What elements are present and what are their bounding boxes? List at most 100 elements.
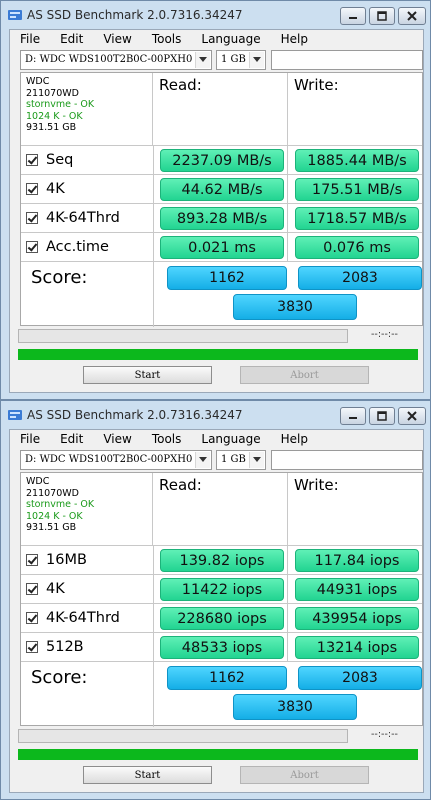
checkbox-checked-icon[interactable] xyxy=(26,212,38,224)
minimize-button[interactable] xyxy=(340,407,366,425)
drive-model: WDC xyxy=(26,476,50,487)
score-total: 3830 xyxy=(233,694,357,720)
test-4k-64thrd[interactable]: 4K-64Thrd xyxy=(21,604,154,632)
drive-capacity: 931.51 GB xyxy=(26,522,77,533)
score-area: Score: 1162 2083 3830 xyxy=(21,661,422,727)
size-select[interactable]: 1 GB xyxy=(216,50,266,70)
write-value: 44931 iops xyxy=(295,578,419,601)
read-header: Read: xyxy=(154,473,288,545)
test-16mb[interactable]: 16MB xyxy=(21,546,154,574)
client-area: File Edit View Tools Language Help D: WD… xyxy=(9,29,424,393)
results-panel: WDC 211070WD stornvme - OK 1024 K - OK 9… xyxy=(20,472,423,727)
read-value: 2237.09 MB/s xyxy=(160,149,284,172)
close-button[interactable] xyxy=(398,7,426,25)
chevron-down-icon xyxy=(199,57,207,62)
read-value: 139.82 iops xyxy=(160,549,284,572)
score-total: 3830 xyxy=(233,294,357,320)
driver-status: stornvme - OK xyxy=(26,99,95,110)
menu-help[interactable]: Help xyxy=(281,30,308,48)
close-icon xyxy=(407,11,417,21)
checkbox-checked-icon[interactable] xyxy=(26,154,38,166)
menu-edit[interactable]: Edit xyxy=(60,430,83,448)
minimize-button[interactable] xyxy=(340,7,366,25)
minimize-icon xyxy=(349,17,357,19)
drive-select[interactable]: D: WDC WDS100T2B0C-00PXH0 xyxy=(20,50,212,70)
status-bar-green xyxy=(18,349,418,360)
drive-select[interactable]: D: WDC WDS100T2B0C-00PXH0 xyxy=(20,450,212,470)
close-icon xyxy=(407,411,417,421)
align-status: 1024 K - OK xyxy=(26,110,83,122)
result-row: 512B 48533 iops 13214 iops xyxy=(21,632,422,661)
chevron-down-icon xyxy=(253,457,261,462)
menu-tools[interactable]: Tools xyxy=(152,30,182,48)
test-4k[interactable]: 4K xyxy=(21,575,154,603)
menu-view[interactable]: View xyxy=(103,430,131,448)
checkbox-checked-icon[interactable] xyxy=(26,241,38,253)
menu-view[interactable]: View xyxy=(103,30,131,48)
result-row: 4K 44.62 MB/s 175.51 MB/s xyxy=(21,174,422,203)
size-select[interactable]: 1 GB xyxy=(216,450,266,470)
title-bar[interactable]: AS SSD Benchmark 2.0.7316.34247 xyxy=(1,401,430,429)
test-4k-64thrd[interactable]: 4K-64Thrd xyxy=(21,204,154,232)
read-value: 228680 iops xyxy=(160,607,284,630)
result-row: 4K-64Thrd 228680 iops 439954 iops xyxy=(21,603,422,632)
status-field xyxy=(271,450,423,470)
read-value: 11422 iops xyxy=(160,578,284,601)
start-button[interactable]: Start xyxy=(83,366,212,384)
result-row: 4K-64Thrd 893.28 MB/s 1718.57 MB/s xyxy=(21,203,422,232)
read-value: 0.021 ms xyxy=(160,236,284,259)
drive-select-value: D: WDC WDS100T2B0C-00PXH0 xyxy=(25,454,193,465)
checkbox-checked-icon[interactable] xyxy=(26,183,38,195)
title-bar[interactable]: AS SSD Benchmark 2.0.7316.34247 xyxy=(1,1,430,29)
drive-model: WDC xyxy=(26,76,50,87)
start-button[interactable]: Start xyxy=(83,766,212,784)
results-panel: WDC 211070WD stornvme - OK 1024 K - OK 9… xyxy=(20,72,423,327)
maximize-button[interactable] xyxy=(369,7,395,25)
drive-info: WDC 211070WD stornvme - OK 1024 K - OK 9… xyxy=(21,473,153,545)
test-label: Acc.time xyxy=(46,239,109,255)
menu-file[interactable]: File xyxy=(20,30,40,48)
write-value: 439954 iops xyxy=(295,607,419,630)
read-value: 893.28 MB/s xyxy=(160,207,284,230)
read-value: 44.62 MB/s xyxy=(160,178,284,201)
menu-file[interactable]: File xyxy=(20,430,40,448)
checkbox-checked-icon[interactable] xyxy=(26,554,38,566)
menu-edit[interactable]: Edit xyxy=(60,30,83,48)
progress-bar xyxy=(18,729,348,743)
checkbox-checked-icon[interactable] xyxy=(26,612,38,624)
app-icon xyxy=(8,410,22,420)
abort-button[interactable]: Abort xyxy=(240,366,369,384)
score-label: Score: xyxy=(21,262,154,327)
checkbox-checked-icon[interactable] xyxy=(26,583,38,595)
test-label: Seq xyxy=(46,152,74,168)
menu-language[interactable]: Language xyxy=(201,30,260,48)
size-select-value: 1 GB xyxy=(221,54,246,65)
read-value: 48533 iops xyxy=(160,636,284,659)
test-4k[interactable]: 4K xyxy=(21,175,154,203)
abort-button[interactable]: Abort xyxy=(240,766,369,784)
status-field xyxy=(271,50,423,70)
maximize-button[interactable] xyxy=(369,407,395,425)
test-seq[interactable]: Seq xyxy=(21,146,154,174)
test-512b[interactable]: 512B xyxy=(21,633,154,661)
score-label: Score: xyxy=(21,662,154,727)
test-acc-time[interactable]: Acc.time xyxy=(21,233,154,261)
menu-help[interactable]: Help xyxy=(281,430,308,448)
close-button[interactable] xyxy=(398,407,426,425)
drive-select-value: D: WDC WDS100T2B0C-00PXH0 xyxy=(25,54,193,65)
score-write: 2083 xyxy=(298,666,422,690)
menu-tools[interactable]: Tools xyxy=(152,430,182,448)
test-label: 512B xyxy=(46,639,84,655)
write-value: 13214 iops xyxy=(295,636,419,659)
menu-language[interactable]: Language xyxy=(201,430,260,448)
score-area: Score: 1162 2083 3830 xyxy=(21,261,422,327)
driver-status: stornvme - OK xyxy=(26,499,95,510)
read-header: Read: xyxy=(154,73,288,145)
test-label: 4K-64Thrd xyxy=(46,210,120,226)
drive-info: WDC 211070WD stornvme - OK 1024 K - OK 9… xyxy=(21,73,153,145)
chevron-down-icon xyxy=(199,457,207,462)
maximize-icon xyxy=(377,411,387,421)
window-title: AS SSD Benchmark 2.0.7316.34247 xyxy=(27,408,243,422)
checkbox-checked-icon[interactable] xyxy=(26,641,38,653)
result-row: 4K 11422 iops 44931 iops xyxy=(21,574,422,603)
